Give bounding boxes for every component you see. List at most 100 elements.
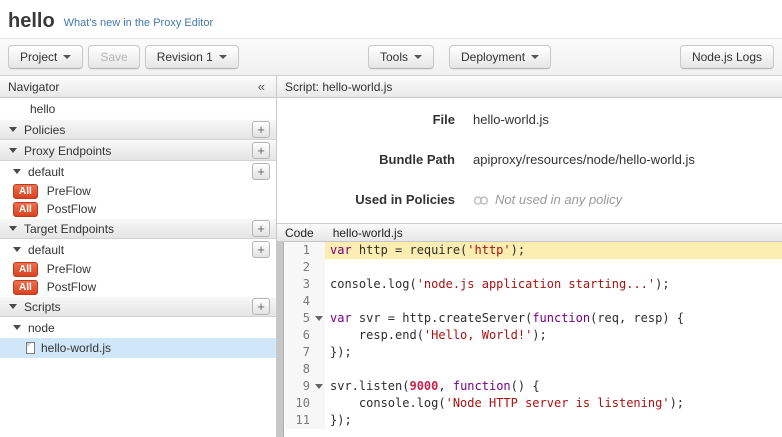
caret-down-icon	[63, 55, 71, 59]
project-menu-label: Project	[20, 50, 57, 64]
code-filename: hello-world.js	[333, 226, 403, 240]
nav-item-postflow[interactable]: All PostFlow	[0, 200, 276, 218]
save-button[interactable]: Save	[88, 45, 139, 69]
nav-item-hello-world-js[interactable]: hello-world.js	[0, 338, 276, 358]
code-text: svr.listen(9000, function() {	[325, 378, 782, 395]
code-line-4[interactable]: 4	[285, 293, 782, 310]
code-line-6[interactable]: 6 resp.end('Hello, World!');	[285, 327, 782, 344]
nav-item-label: PostFlow	[47, 202, 96, 216]
fold-spacer	[312, 395, 325, 412]
line-number: 7	[285, 344, 312, 361]
code-line-2[interactable]: 2	[285, 259, 782, 276]
tools-menu-button[interactable]: Tools	[368, 45, 434, 69]
line-number: 2	[285, 259, 312, 276]
project-menu-button[interactable]: Project	[8, 45, 83, 69]
expand-triangle-icon	[13, 169, 21, 174]
code-line-8[interactable]: 8	[285, 361, 782, 378]
code-section-header: Code hello-world.js	[277, 223, 782, 242]
add-default-button[interactable]: +	[252, 241, 270, 258]
field-row-file: Filehello-world.js	[277, 100, 782, 140]
nav-item-label: PostFlow	[47, 280, 96, 294]
code-editor[interactable]: 1var http = require('http');23console.lo…	[277, 242, 782, 437]
code-line-1[interactable]: 1var http = require('http');	[285, 242, 782, 259]
fold-arrow-icon[interactable]	[312, 310, 325, 327]
line-number: 5	[285, 310, 312, 327]
code-tab[interactable]: Code	[285, 226, 314, 240]
script-detail-header: Script: hello-world.js	[277, 76, 782, 98]
toolbar-left-group: Project Save Revision 1	[8, 45, 239, 69]
nav-item-default[interactable]: default +	[0, 161, 276, 182]
add-policies-button[interactable]: +	[252, 121, 270, 138]
code-text: });	[325, 344, 782, 361]
code-text	[325, 293, 782, 310]
code-line-7[interactable]: 7});	[285, 344, 782, 361]
add-scripts-button[interactable]: +	[252, 298, 270, 315]
fold-spacer	[312, 361, 325, 378]
deployment-menu-label: Deployment	[461, 50, 525, 64]
toolbar: Project Save Revision 1 Tools Deployment…	[0, 38, 782, 76]
nav-item-preflow[interactable]: AllPreFlow	[0, 182, 276, 200]
condition-badge: All	[13, 202, 38, 217]
nav-item-label: Target Endpoints	[24, 222, 114, 236]
nav-item-label: default	[28, 165, 64, 179]
navigator-title: Navigator	[8, 80, 59, 94]
nav-item-label: hello-world.js	[41, 341, 111, 355]
fold-arrow-icon[interactable]	[312, 378, 325, 395]
navigator-panel: Navigator « helloPolicies+Proxy Endpoint…	[0, 76, 277, 437]
fold-spacer	[312, 327, 325, 344]
code-line-3[interactable]: 3console.log('node.js application starti…	[285, 276, 782, 293]
fold-spacer	[312, 242, 325, 259]
code-line-11[interactable]: 11});	[285, 412, 782, 429]
fold-spacer	[312, 293, 325, 310]
file-icon	[26, 342, 35, 354]
nav-item-hello[interactable]: hello	[0, 98, 276, 119]
add-target-endpoints-button[interactable]: +	[252, 220, 270, 237]
nav-item-policies[interactable]: Policies +	[0, 119, 276, 140]
line-number: 3	[285, 276, 312, 293]
code-text: var svr = http.createServer(function(req…	[325, 310, 782, 327]
code-text: });	[325, 412, 782, 429]
expand-triangle-icon	[9, 226, 17, 231]
code-line-10[interactable]: 10 console.log('Node HTTP server is list…	[285, 395, 782, 412]
code-line-9[interactable]: 9 svr.listen(9000, function() {	[285, 378, 782, 395]
nav-item-label: Policies	[24, 123, 65, 137]
line-number: 9	[285, 378, 312, 395]
collapse-navigator-button[interactable]: «	[255, 79, 268, 94]
toolbar-right-group: Node.js Logs	[680, 45, 774, 69]
fold-spacer	[312, 412, 325, 429]
nodejs-logs-button[interactable]: Node.js Logs	[680, 45, 774, 69]
field-label: Used in Policies	[277, 192, 455, 208]
expand-triangle-icon	[9, 127, 17, 132]
nav-item-node[interactable]: node	[0, 317, 276, 338]
workspace: Navigator « helloPolicies+Proxy Endpoint…	[0, 76, 782, 437]
toolbar-center-group: Tools Deployment	[368, 45, 551, 69]
script-detail-panel: Script: hello-world.js Filehello-world.j…	[277, 76, 782, 437]
editor-scrollbar[interactable]	[277, 242, 284, 437]
field-value: hello-world.js	[473, 112, 549, 128]
add-proxy-endpoints-button[interactable]: +	[252, 142, 270, 159]
nav-item-proxy-endpoints[interactable]: Proxy Endpoints+	[0, 140, 276, 161]
nav-item-default[interactable]: default +	[0, 239, 276, 260]
nav-item-preflow[interactable]: AllPreFlow	[0, 260, 276, 278]
line-number: 6	[285, 327, 312, 344]
revision-menu-button[interactable]: Revision 1	[145, 45, 239, 69]
caret-down-icon	[531, 55, 539, 59]
field-value: apiproxy/resources/node/hello-world.js	[473, 152, 695, 168]
proxy-editor-app: hello What's new in the Proxy Editor Pro…	[0, 0, 782, 437]
nav-item-scripts[interactable]: Scripts+	[0, 296, 276, 317]
nav-item-label: node	[28, 321, 55, 335]
condition-badge: All	[13, 280, 38, 295]
nav-item-target-endpoints[interactable]: Target Endpoints +	[0, 218, 276, 239]
field-value: Not used in any policy	[473, 192, 622, 208]
whats-new-link[interactable]: What's new in the Proxy Editor	[64, 17, 213, 29]
line-number: 10	[285, 395, 312, 412]
nav-item-postflow[interactable]: All PostFlow	[0, 278, 276, 296]
nav-item-label: hello	[30, 102, 55, 116]
nav-item-label: default	[28, 243, 64, 257]
code-line-5[interactable]: 5 var svr = http.createServer(function(re…	[285, 310, 782, 327]
field-label: Bundle Path	[277, 152, 455, 168]
deployment-menu-button[interactable]: Deployment	[449, 45, 551, 69]
line-number: 4	[285, 293, 312, 310]
fold-spacer	[312, 344, 325, 361]
add-default-button[interactable]: +	[252, 163, 270, 180]
